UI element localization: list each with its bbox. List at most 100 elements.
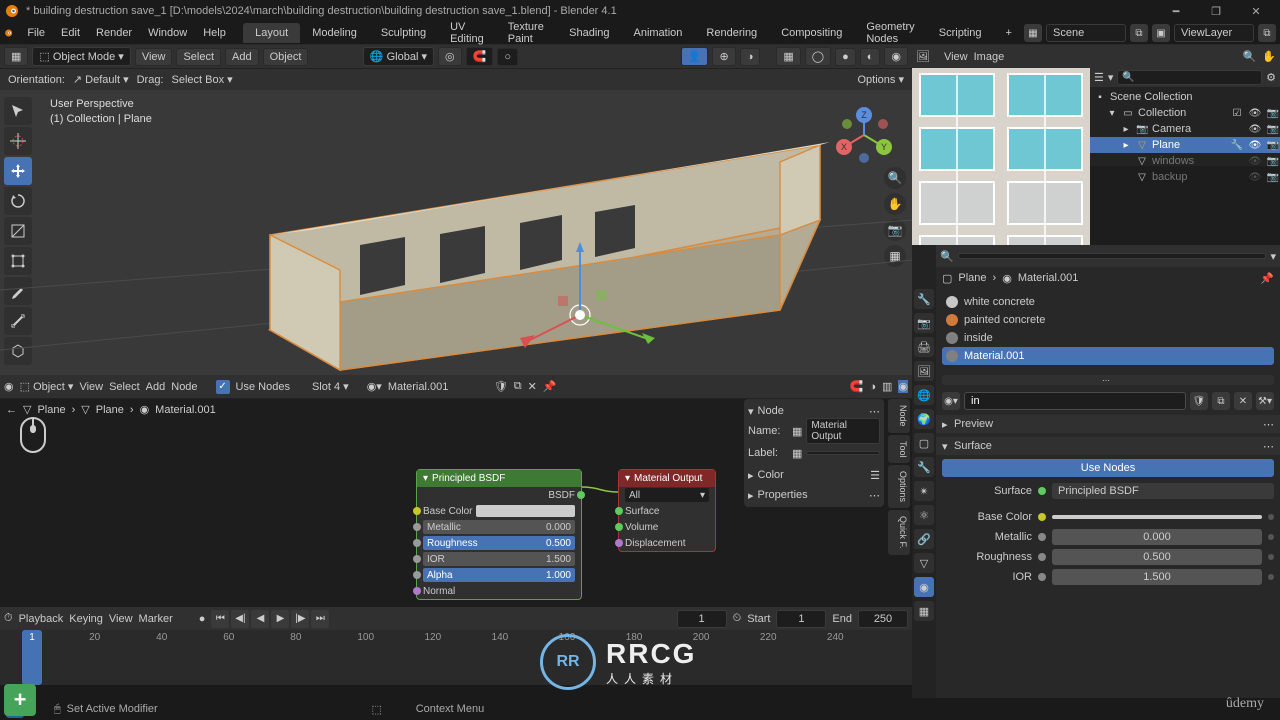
editor-type-icon[interactable]: ◉ [4, 380, 14, 393]
ne-add-menu[interactable]: Add [146, 381, 166, 393]
roughness-field[interactable]: 0.500 [1052, 549, 1262, 565]
outliner-display-mode-icon[interactable]: ▾ [1108, 71, 1114, 84]
preview-range-icon[interactable]: ⏲ [733, 612, 742, 625]
tree-collection[interactable]: ▾▭Collection☑👁📷 [1090, 105, 1280, 121]
ne-split-icon[interactable]: ▥ [882, 380, 892, 393]
ne-mode-select[interactable]: ⬚ Object ▾ [20, 380, 74, 393]
maximize-button[interactable]: ❐ [1196, 0, 1236, 22]
base-color-field[interactable] [1052, 515, 1262, 519]
pivot-icon[interactable]: ◎ [438, 47, 462, 66]
end-frame[interactable]: 250 [858, 610, 908, 628]
add-shortcut-icon[interactable]: + [4, 684, 36, 716]
shading-matprev-icon[interactable]: ◐ [860, 48, 881, 66]
backdrop-icon[interactable]: ◉ [898, 380, 908, 393]
next-key-icon[interactable]: |▶ [291, 610, 309, 628]
surface-shader-select[interactable]: Principled BSDF [1052, 483, 1274, 499]
fake-user-icon[interactable]: 🛡 [494, 380, 508, 393]
ptab-constraint[interactable]: 🔗 [914, 529, 934, 549]
outliner-editor-icon[interactable]: ☰ [1094, 71, 1104, 84]
ptab-texture[interactable]: ▦ [914, 601, 934, 621]
ptab-material[interactable]: ◉ [914, 577, 934, 597]
tree-scene-collection[interactable]: ▪Scene Collection [1090, 89, 1280, 105]
mat-slot[interactable]: inside [942, 329, 1274, 347]
mat-slot[interactable]: painted concrete [942, 311, 1274, 329]
material-browse-icon[interactable]: ◉▾ [367, 380, 382, 393]
playhead[interactable]: 1 [22, 630, 42, 685]
slot-select[interactable]: Slot 4 ▾ [312, 380, 349, 393]
jump-start-icon[interactable]: ⏮ [211, 610, 229, 628]
tl-marker-menu[interactable]: Marker [139, 613, 173, 625]
editor-type-icon[interactable]: ▦ [4, 47, 28, 66]
prop-edit-icon[interactable]: ○ [497, 48, 518, 66]
scene-icon[interactable]: ▦ [1024, 24, 1042, 42]
xray-icon[interactable]: ▦ [776, 47, 800, 66]
tab-compositing[interactable]: Compositing [769, 23, 854, 43]
drag-select[interactable]: Select Box ▾ [172, 73, 233, 86]
options-dropdown[interactable]: Options ▾ [858, 73, 905, 86]
tree-item-plane[interactable]: ▸▽Plane🔧👁📷 [1090, 137, 1280, 153]
outliner[interactable]: ☰ ▾ 🔍 ⚙ ▪Scene Collection ▾▭Collection☑👁… [1090, 68, 1280, 166]
node-material-output[interactable]: ▾Material Output All▾ Surface Volume Dis… [618, 469, 716, 552]
tab-layout[interactable]: Layout [243, 23, 300, 43]
sidetab-view[interactable]: Options [888, 465, 910, 508]
gizmo-toggle-icon[interactable]: ⊕ [712, 47, 735, 66]
ptab-object[interactable]: ▢ [914, 433, 934, 453]
tree-item-backup[interactable]: ▽backup👁📷 [1090, 169, 1280, 185]
material-slot-list[interactable]: white concrete painted concrete inside M… [936, 289, 1280, 369]
ptab-world[interactable]: 🌍 [914, 409, 934, 429]
node-principled-bsdf[interactable]: ▾Principled BSDF BSDF Base Color Metalli… [416, 469, 582, 600]
tree-item-windows[interactable]: ▽windows👁📷 [1090, 153, 1280, 169]
pin-icon[interactable]: 📌 [1260, 272, 1274, 285]
ptab-render[interactable]: 📷 [914, 313, 934, 333]
material-browse-icon[interactable]: ◉▾ [942, 392, 960, 410]
orientation-select[interactable]: ↗ Default ▾ [73, 73, 129, 86]
properties-editor[interactable]: 🔧 📷 🖨 🖼 🌐 🌍 ▢ 🔧 ✴ ⚛ 🔗 ▽ ◉ ▦ 🔍 ▾ ▢ Plane›… [912, 245, 1280, 698]
tab-shading[interactable]: Shading [557, 23, 621, 43]
menu-file[interactable]: File [19, 24, 53, 42]
ne-select-menu[interactable]: Select [109, 381, 140, 393]
ie-image-menu[interactable]: Image [974, 51, 1005, 63]
viewport-object-menu[interactable]: Object [263, 48, 309, 66]
snap-icon[interactable]: 🧲 [850, 380, 864, 393]
menu-window[interactable]: Window [140, 24, 195, 42]
new-material-icon[interactable]: ⧉ [1212, 392, 1230, 410]
preview-panel-head[interactable]: ▸Preview⋯ [936, 415, 1280, 433]
mat-name-field[interactable]: Material.001 [388, 381, 488, 393]
ptab-output[interactable]: 🖨 [914, 337, 934, 357]
menu-render[interactable]: Render [88, 24, 140, 42]
ptab-particle[interactable]: ✴ [914, 481, 934, 501]
shading-wire-icon[interactable]: ◯ [805, 47, 831, 66]
zoom-tool-icon[interactable]: 🔍 [1243, 50, 1257, 63]
unlink-icon[interactable]: ✕ [1234, 392, 1252, 410]
viewport-view-menu[interactable]: View [135, 48, 173, 66]
overlay-toggle-icon[interactable]: ◑ [740, 48, 761, 66]
options-icon[interactable]: ▾ [1270, 250, 1276, 263]
metallic-field[interactable]: 0.000 [1052, 529, 1262, 545]
start-frame[interactable]: 1 [776, 610, 826, 628]
ptab-viewlayer[interactable]: 🖼 [914, 361, 934, 381]
minimize-button[interactable]: ━ [1156, 0, 1196, 22]
ie-view-menu[interactable]: View [944, 51, 968, 63]
tree-item-camera[interactable]: ▸📷Camera👁📷 [1090, 121, 1280, 137]
filter-icon[interactable]: ⚙ [1266, 71, 1276, 84]
close-button[interactable]: ✕ [1236, 0, 1276, 22]
home-icon[interactable]: ← [6, 404, 17, 416]
ptab-tool[interactable]: 🔧 [914, 289, 934, 309]
sidetab-node[interactable]: Node [888, 399, 910, 433]
play-reverse-icon[interactable]: ◀ [251, 610, 269, 628]
editor-type-icon[interactable]: ⏱ [4, 612, 13, 625]
menu-edit[interactable]: Edit [53, 24, 88, 42]
ptab-physics[interactable]: ⚛ [914, 505, 934, 525]
transform-orient[interactable]: 🌐 Global ▾ [363, 47, 434, 66]
tl-keying-menu[interactable]: Keying [69, 613, 103, 625]
viewlayer-field[interactable]: ViewLayer [1174, 24, 1254, 42]
shading-solid-icon[interactable]: ● [835, 48, 856, 66]
mode-select[interactable]: ⬚ Object Mode ▾ [32, 47, 130, 66]
mat-slot[interactable]: white concrete [942, 293, 1274, 311]
viewlayer-actions-icon[interactable]: ⧉ [1258, 24, 1276, 42]
editor-type-icon[interactable]: 🖼 [916, 50, 930, 63]
viewport-select-menu[interactable]: Select [176, 48, 221, 66]
ptab-scene[interactable]: 🌐 [914, 385, 934, 405]
timeline[interactable]: ⏱ Playback Keying View Marker ● ⏮ ◀| ◀ ▶… [0, 607, 912, 685]
viewport-add-menu[interactable]: Add [225, 48, 259, 66]
